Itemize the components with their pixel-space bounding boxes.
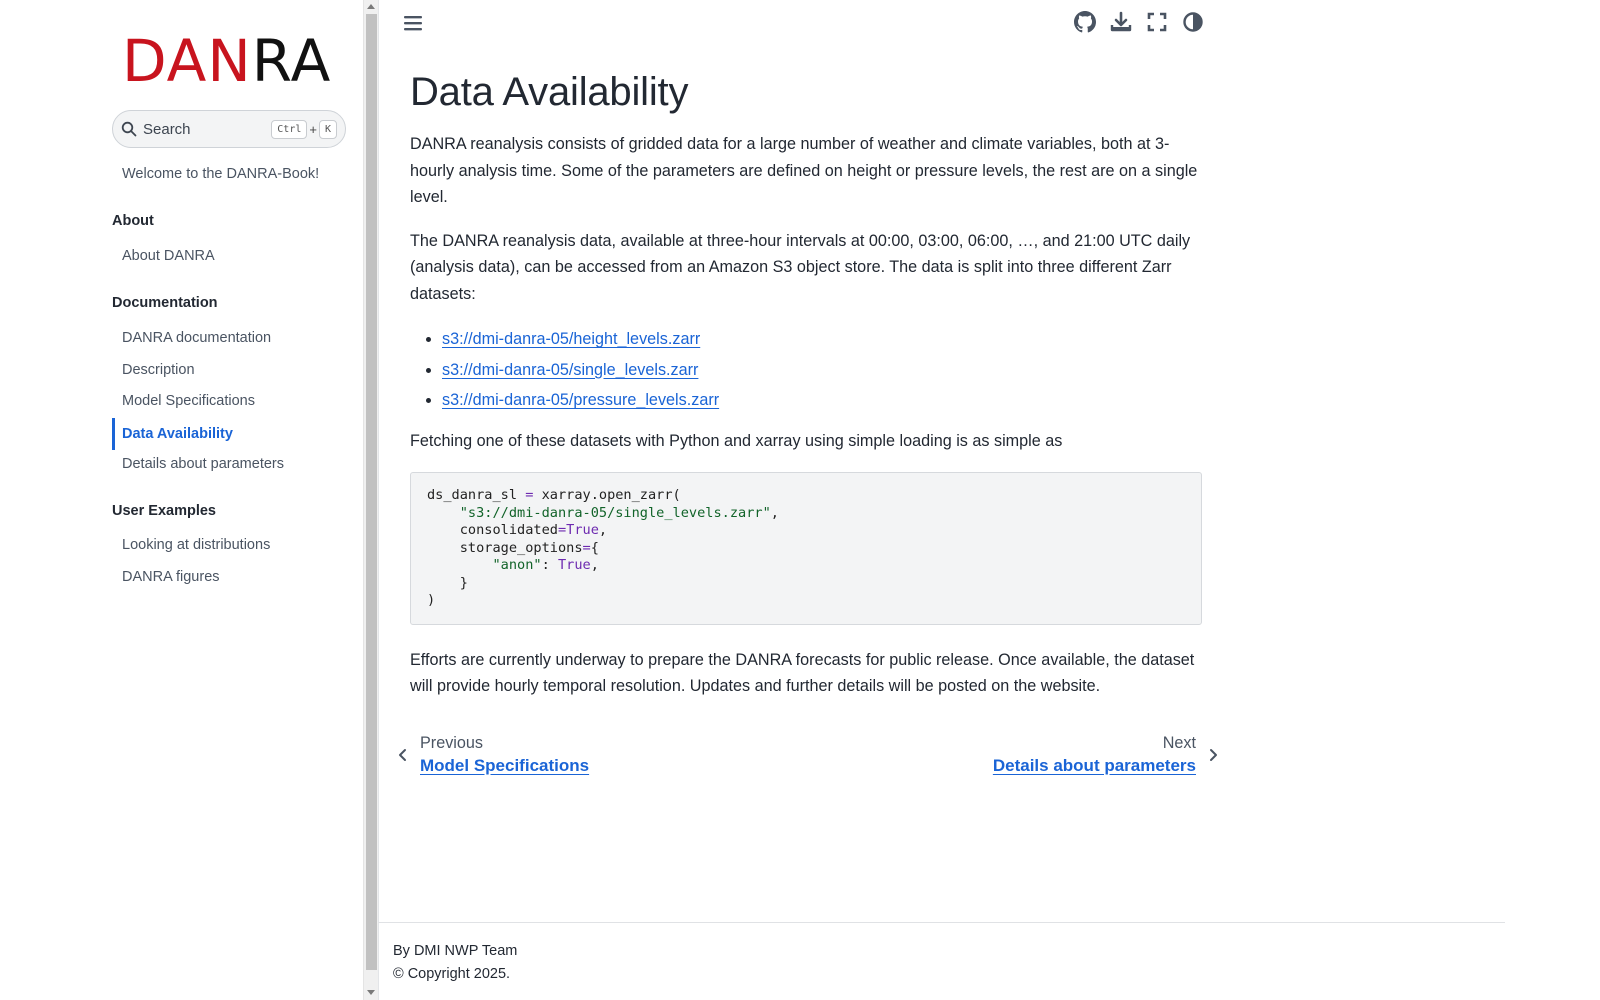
code-token: ds_danra_sl (427, 487, 526, 503)
menu-toggle-button[interactable] (402, 12, 424, 34)
scroll-down-arrow-icon[interactable] (367, 990, 375, 995)
sidebar-item-data-availability[interactable]: Data Availability (112, 418, 233, 450)
code-keyword: True (557, 557, 591, 573)
sidebar-item-danra-figures[interactable]: DANRA figures (112, 569, 220, 585)
paragraph-intro: DANRA reanalysis consists of gridded dat… (410, 135, 1198, 206)
next-label: Next (1162, 734, 1196, 752)
code-token: , (590, 557, 599, 573)
search-shortcut: Ctrl + K (271, 119, 337, 139)
paragraph-forecasts: Efforts are currently underway to prepar… (410, 650, 1195, 696)
article: Data Availability DANRA reanalysis consi… (410, 70, 1202, 717)
scroll-up-arrow-icon[interactable] (367, 4, 375, 9)
scroll-thumb[interactable] (366, 14, 377, 970)
code-string: "s3://dmi-danra-05/single_levels.zarr" (459, 504, 771, 521)
sidebar-item-description[interactable]: Description (112, 362, 195, 378)
sidebar-item-details-about-parameters[interactable]: Details about parameters (112, 456, 284, 472)
previous-title[interactable]: Model Specifications (420, 754, 589, 778)
github-icon (1074, 11, 1096, 33)
fullscreen-icon (1147, 12, 1167, 32)
theme-toggle-icon (1183, 12, 1203, 32)
kbd-ctrl: Ctrl (271, 119, 308, 139)
sidebar-caption-user-examples: User Examples (112, 503, 216, 519)
header-toolbar (1074, 10, 1204, 34)
paragraph-access: The DANRA reanalysis data, available at … (410, 231, 1191, 303)
logo-part-dan: DAN (122, 27, 252, 95)
code-token: : (541, 557, 558, 573)
download-icon (1110, 11, 1132, 32)
search-placeholder: Search (143, 120, 191, 138)
list-item: s3://dmi-danra-05/single_levels.zarr (442, 355, 1202, 386)
kbd-k: K (318, 119, 337, 139)
link-pressure-levels[interactable]: s3://dmi-danra-05/pressure_levels.zarr (442, 391, 719, 409)
link-height-levels[interactable]: s3://dmi-danra-05/height_levels.zarr (442, 330, 700, 348)
search-input[interactable]: Search Ctrl + K (112, 110, 346, 148)
code-keyword: True (566, 522, 599, 538)
sidebar-item-model-specifications[interactable]: Model Specifications (112, 393, 255, 409)
content-divider (378, 0, 379, 1000)
code-block[interactable]: ds_danra_sl = xarray.open_zarr( "s3://dm… (410, 472, 1202, 625)
logo-part-ra: RA (251, 27, 332, 95)
sidebar-caption-about: About (112, 213, 154, 229)
sidebar-caption-documentation: Documentation (112, 295, 218, 311)
github-button[interactable] (1074, 10, 1096, 34)
code-token: , (598, 522, 608, 538)
code-token: { (590, 539, 599, 556)
fullscreen-button[interactable] (1146, 10, 1168, 34)
dataset-link-list: s3://dmi-danra-05/height_levels.zarr s3:… (442, 324, 1202, 416)
search-icon (121, 121, 137, 137)
code-token: consolidated (459, 522, 558, 538)
kbd-plus: + (309, 121, 317, 137)
footer-copyright: © Copyright 2025. (393, 966, 511, 982)
code-token: } (459, 574, 468, 591)
theme-toggle-button[interactable] (1182, 10, 1204, 34)
chevron-left-icon (399, 749, 406, 761)
code-operator: = (582, 539, 591, 556)
link-single-levels[interactable]: s3://dmi-danra-05/single_levels.zarr (442, 361, 698, 379)
previous-label: Previous (420, 734, 483, 752)
sidebar-item-about-danra[interactable]: About DANRA (112, 248, 215, 264)
list-item: s3://dmi-danra-05/pressure_levels.zarr (442, 385, 1202, 416)
hamburger-icon (404, 16, 422, 31)
footer-author: By DMI NWP Team (393, 943, 518, 959)
prev-next-navigation: Previous Model Specifications Next Detai… (386, 732, 1230, 782)
list-item: s3://dmi-danra-05/height_levels.zarr (442, 324, 1202, 355)
download-button[interactable] (1110, 10, 1132, 34)
footer-divider (378, 922, 1505, 923)
code-token: storage_options (459, 539, 583, 556)
code-token: ) (427, 592, 436, 608)
sidebar-item-looking-at-distributions[interactable]: Looking at distributions (112, 537, 270, 553)
code-string: "anon" (492, 557, 542, 573)
next-title[interactable]: Details about parameters (993, 754, 1196, 778)
footer: By DMI NWP Team © Copyright 2025. (393, 940, 517, 986)
code-token: xarray.open_zarr( (533, 487, 681, 503)
sidebar-item-welcome[interactable]: Welcome to the DANRA-Book! (112, 166, 319, 182)
chevron-right-icon (1210, 749, 1217, 761)
paragraph-fetching: Fetching one of these datasets with Pyth… (410, 431, 1063, 450)
code-operator: = (557, 522, 567, 538)
code-token: , (770, 504, 779, 521)
previous-page-link[interactable]: Previous Model Specifications (386, 732, 589, 778)
page-title: Data Availability (410, 70, 689, 114)
sidebar-item-danra-documentation[interactable]: DANRA documentation (112, 330, 271, 346)
sidebar: DANRA Search Ctrl + K Welcome to the DAN… (0, 0, 363, 1000)
danra-logo[interactable]: DANRA (122, 30, 331, 92)
next-page-link[interactable]: Next Details about parameters (993, 732, 1230, 778)
sidebar-scrollbar[interactable] (363, 0, 378, 1000)
